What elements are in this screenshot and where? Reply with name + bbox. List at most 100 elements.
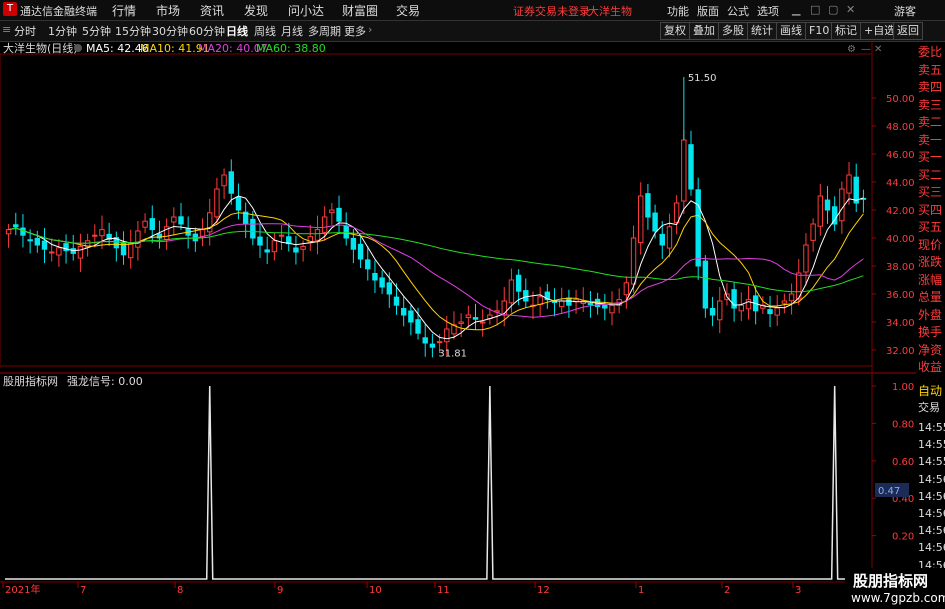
draw-line-button[interactable]: 画线 <box>776 22 806 40</box>
sidebar-field: 净资 <box>918 342 943 357</box>
menu-news[interactable]: 资讯 <box>200 2 224 19</box>
candle-body <box>645 193 651 218</box>
candle-body <box>717 300 723 321</box>
x-axis-label: 11 <box>437 585 450 596</box>
menu-formula[interactable]: 公式 <box>727 3 749 19</box>
menu-trade[interactable]: 交易 <box>396 2 420 19</box>
candle-body <box>250 218 256 239</box>
candle-body <box>515 274 522 292</box>
candle-body <box>357 243 364 260</box>
ma10-line <box>8 212 864 331</box>
menu-ask[interactable]: 问小达 <box>288 2 324 19</box>
ma-lines <box>8 195 864 340</box>
candle-body <box>92 234 98 237</box>
sidebar-field: 买四 <box>918 202 943 217</box>
period-5min[interactable]: 5分钟 <box>82 23 111 39</box>
statistics-button[interactable]: 统计 <box>747 22 777 40</box>
candle-body <box>235 196 242 211</box>
sidebar-field: 卖一 <box>918 132 943 147</box>
candle-body <box>853 176 859 204</box>
restore-icon[interactable]: □ <box>810 3 820 16</box>
candle-body <box>314 229 321 241</box>
menu-market[interactable]: 市场 <box>156 2 180 19</box>
signal-label: 强龙信号: 0.00 <box>67 375 143 388</box>
login-status[interactable]: 证券交易未登录 <box>513 3 590 19</box>
indicator-y-tick: 1.00 <box>892 382 914 393</box>
ma5-line <box>8 195 864 340</box>
candle-series <box>5 77 867 358</box>
trade-time: 14:55 <box>918 421 945 434</box>
x-axis-label: 1 <box>638 585 644 596</box>
watermark-url: www.7gpzb.com <box>851 591 945 605</box>
candle-body <box>738 304 744 312</box>
candle-body <box>13 224 19 228</box>
chart-close-icon[interactable]: ✕ <box>874 44 882 55</box>
multi-stock-button[interactable]: 多股 <box>718 22 748 40</box>
candle-body <box>178 216 184 225</box>
watermark-title: 股朋指标网 <box>853 572 929 590</box>
candle-body <box>695 189 701 267</box>
maximize-icon[interactable]: ▢ <box>828 3 838 16</box>
candle-body <box>214 188 220 218</box>
candle-body <box>465 314 472 319</box>
more-arrow-icon[interactable]: › <box>368 23 372 36</box>
period-30min[interactable]: 30分钟 <box>152 23 188 39</box>
candle-body <box>20 227 26 236</box>
menu-quotes[interactable]: 行情 <box>112 2 136 19</box>
close-icon[interactable]: ✕ <box>846 3 855 16</box>
menu-options[interactable]: 选项 <box>757 3 779 19</box>
period-1min[interactable]: 1分钟 <box>48 23 77 39</box>
minimize-icon[interactable]: ▁ <box>792 3 800 16</box>
chart-config-icon[interactable]: ⚙ <box>847 44 856 55</box>
kline-chart[interactable]: 50.00 48.00 46.00 44.00 42.00 40.00 38.00 36.00… <box>0 42 916 597</box>
auto-trade-label: 交易 <box>918 401 940 414</box>
auto-trade-button[interactable]: 自动 <box>918 383 945 399</box>
sidebar-field: 现价 <box>918 237 943 252</box>
candle-body <box>257 236 263 246</box>
candle-body <box>171 216 177 223</box>
candle-body <box>444 328 450 343</box>
period-more[interactable]: 更多 <box>344 23 366 39</box>
candle-body <box>27 239 33 242</box>
menu-layout[interactable]: 版面 <box>697 3 719 19</box>
trade-time: 14:56 <box>918 489 945 503</box>
candle-body <box>824 199 831 211</box>
candle-body <box>429 343 436 348</box>
candle-body <box>436 341 443 344</box>
candle-body <box>681 139 687 202</box>
candle-body <box>41 240 48 250</box>
candle-body <box>135 230 141 248</box>
mark-button[interactable]: 标记 <box>831 22 861 40</box>
sidebar-field: 买一 <box>918 150 943 164</box>
main-y-tick: 42.00 <box>886 206 915 217</box>
period-weekly[interactable]: 周线 <box>254 23 276 39</box>
chart-settings-icon[interactable] <box>74 44 82 52</box>
chart-minimize-icon[interactable]: — <box>861 44 871 55</box>
candle-body <box>99 229 105 237</box>
back-button[interactable]: 返回 <box>893 22 923 40</box>
candle-body <box>803 244 809 273</box>
f10-button[interactable]: F10 <box>805 22 834 40</box>
menu-discover[interactable]: 发现 <box>244 2 268 19</box>
main-y-tick: 48.00 <box>886 122 915 133</box>
period-monthly[interactable]: 月线 <box>281 23 303 39</box>
period-daily[interactable]: 日线 <box>226 23 248 39</box>
period-multi[interactable]: 多周期 <box>308 23 341 39</box>
period-15min[interactable]: 15分钟 <box>115 23 151 39</box>
guest-label[interactable]: 游客 <box>894 3 916 19</box>
restore-rights-button[interactable]: 复权 <box>660 22 690 40</box>
period-60min[interactable]: 60分钟 <box>189 23 225 39</box>
candle-body <box>458 321 464 324</box>
candle-body <box>329 209 335 214</box>
candle-body <box>479 321 486 324</box>
menu-function[interactable]: 功能 <box>667 3 689 19</box>
main-y-tick: 36.00 <box>886 290 915 301</box>
candle-body <box>839 188 845 222</box>
overlay-button[interactable]: 叠加 <box>689 22 719 40</box>
period-timeshare[interactable]: 分时 <box>14 23 36 39</box>
toolbar-menu-icon[interactable]: ≡ <box>2 23 11 36</box>
main-y-axis: 50.00 48.00 46.00 44.00 42.00 40.00 38.00 36.00… <box>872 94 915 357</box>
menu-wealth[interactable]: 财富圈 <box>342 2 378 19</box>
candle-body <box>293 247 299 253</box>
candle-body <box>659 233 665 246</box>
